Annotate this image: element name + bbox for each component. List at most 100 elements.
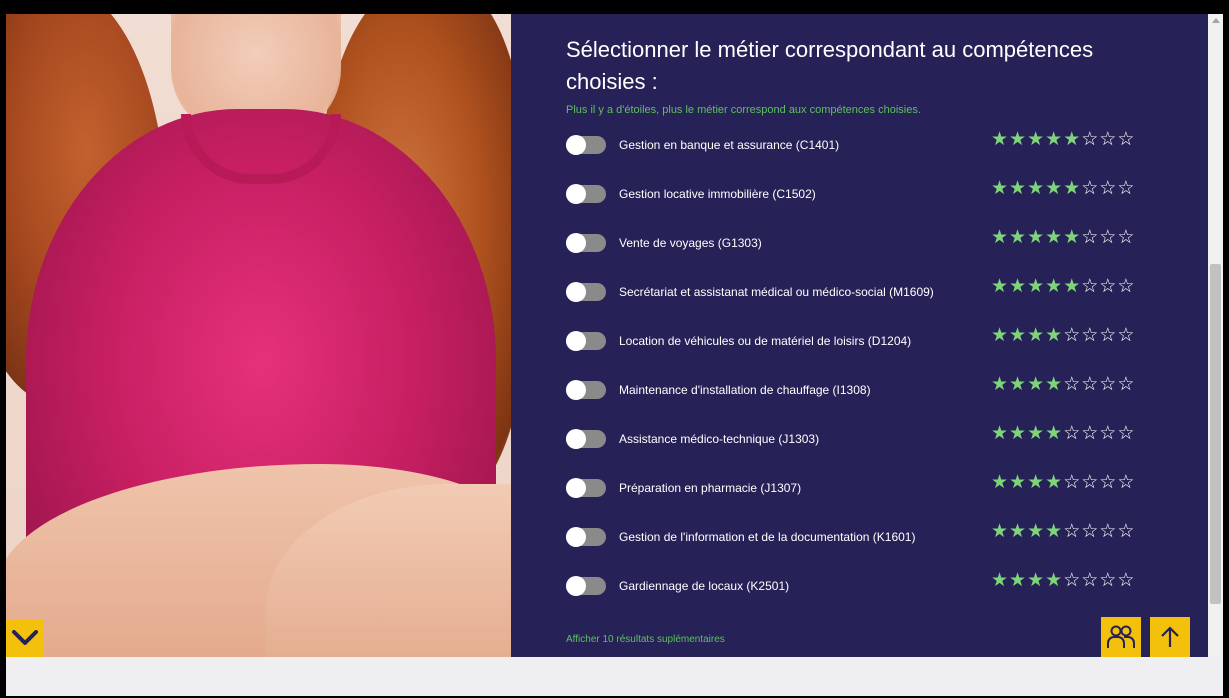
star-empty-icon: ☆ [1081, 570, 1100, 591]
star-filled-icon: ★ [1009, 129, 1028, 150]
job-toggle[interactable] [566, 478, 606, 498]
vertical-scrollbar[interactable] [1208, 14, 1223, 657]
star-filled-icon: ★ [1009, 374, 1028, 395]
job-selection-panel: Sélectionner le métier correspondant au … [511, 14, 1208, 657]
star-empty-icon: ☆ [1081, 276, 1100, 297]
star-empty-icon: ☆ [1081, 423, 1100, 444]
job-row: Assistance médico-technique (J1303) ★★★★… [566, 423, 1166, 473]
hero-photo [6, 14, 511, 657]
job-row: Préparation en pharmacie (J1307) ★★★★☆☆☆… [566, 472, 1166, 522]
star-filled-icon: ★ [1009, 178, 1028, 199]
star-filled-icon: ★ [991, 325, 1010, 346]
star-empty-icon: ☆ [1117, 472, 1136, 493]
people-icon [1107, 625, 1135, 648]
job-toggle[interactable] [566, 135, 606, 155]
scrollbar-thumb[interactable] [1210, 264, 1221, 604]
job-toggle[interactable] [566, 282, 606, 302]
star-empty-icon: ☆ [1099, 178, 1118, 199]
star-empty-icon: ☆ [1063, 325, 1082, 346]
job-label: Secrétariat et assistanat médical ou méd… [619, 285, 934, 299]
star-empty-icon: ☆ [1099, 570, 1118, 591]
star-empty-icon: ☆ [1117, 129, 1136, 150]
job-toggle[interactable] [566, 429, 606, 449]
star-filled-icon: ★ [1063, 178, 1082, 199]
job-label: Vente de voyages (G1303) [619, 236, 762, 250]
page-frame: Sélectionner le métier correspondant au … [6, 14, 1223, 696]
star-filled-icon: ★ [1045, 325, 1064, 346]
people-button[interactable] [1101, 617, 1141, 657]
job-toggle[interactable] [566, 233, 606, 253]
star-filled-icon: ★ [1063, 276, 1082, 297]
job-label: Gestion en banque et assurance (C1401) [619, 138, 840, 152]
toggle-knob [566, 576, 586, 596]
star-filled-icon: ★ [991, 472, 1010, 493]
star-rating: ★★★★★☆☆☆ [991, 129, 1151, 151]
toggle-knob [566, 233, 586, 253]
star-filled-icon: ★ [991, 521, 1010, 542]
star-empty-icon: ☆ [1063, 521, 1082, 542]
star-filled-icon: ★ [1009, 521, 1028, 542]
star-filled-icon: ★ [1045, 227, 1064, 248]
star-filled-icon: ★ [991, 129, 1010, 150]
star-filled-icon: ★ [1045, 521, 1064, 542]
job-label: Maintenance d'installation de chauffage … [619, 383, 871, 397]
star-filled-icon: ★ [1027, 423, 1046, 444]
job-row: Location de véhicules ou de matériel de … [566, 325, 1166, 375]
arrow-up-icon [1161, 626, 1179, 647]
job-label: Gestion de l'information et de la docume… [619, 530, 916, 544]
star-filled-icon: ★ [1063, 129, 1082, 150]
star-empty-icon: ☆ [1099, 325, 1118, 346]
star-rating: ★★★★☆☆☆☆ [991, 374, 1151, 396]
star-empty-icon: ☆ [1117, 423, 1136, 444]
job-toggle[interactable] [566, 184, 606, 204]
star-empty-icon: ☆ [1117, 276, 1136, 297]
scroll-down-button[interactable] [6, 619, 44, 657]
job-label: Gestion locative immobilière (C1502) [619, 187, 816, 201]
back-to-top-button[interactable] [1150, 617, 1190, 657]
star-empty-icon: ☆ [1081, 129, 1100, 150]
toggle-knob [566, 282, 586, 302]
star-filled-icon: ★ [1009, 325, 1028, 346]
chevron-down-icon [12, 630, 38, 645]
job-row: Maintenance d'installation de chauffage … [566, 374, 1166, 424]
job-row: Gestion en banque et assurance (C1401) ★… [566, 129, 1166, 179]
star-rating: ★★★★★☆☆☆ [991, 276, 1151, 298]
star-filled-icon: ★ [1009, 570, 1028, 591]
star-empty-icon: ☆ [1081, 178, 1100, 199]
job-toggle[interactable] [566, 527, 606, 547]
star-empty-icon: ☆ [1117, 374, 1136, 395]
job-toggle[interactable] [566, 380, 606, 400]
star-filled-icon: ★ [991, 178, 1010, 199]
toggle-knob [566, 429, 586, 449]
star-filled-icon: ★ [1009, 423, 1028, 444]
job-toggle[interactable] [566, 331, 606, 351]
star-filled-icon: ★ [1045, 374, 1064, 395]
star-filled-icon: ★ [1027, 374, 1046, 395]
star-rating: ★★★★☆☆☆☆ [991, 325, 1151, 347]
job-label: Préparation en pharmacie (J1307) [619, 481, 802, 495]
star-filled-icon: ★ [1045, 276, 1064, 297]
star-empty-icon: ☆ [1081, 325, 1100, 346]
star-empty-icon: ☆ [1117, 570, 1136, 591]
scroll-up-arrow-icon[interactable] [1212, 18, 1220, 23]
star-filled-icon: ★ [991, 227, 1010, 248]
star-filled-icon: ★ [991, 570, 1010, 591]
star-empty-icon: ☆ [1099, 129, 1118, 150]
star-filled-icon: ★ [1009, 227, 1028, 248]
star-filled-icon: ★ [1045, 178, 1064, 199]
show-more-results-link[interactable]: Afficher 10 résultats suplémentaires [566, 634, 725, 645]
star-empty-icon: ☆ [1081, 521, 1100, 542]
toggle-knob [566, 380, 586, 400]
star-filled-icon: ★ [1027, 472, 1046, 493]
job-row: Vente de voyages (G1303) ★★★★★☆☆☆ [566, 227, 1166, 277]
star-empty-icon: ☆ [1117, 178, 1136, 199]
job-toggle[interactable] [566, 576, 606, 596]
star-rating: ★★★★☆☆☆☆ [991, 521, 1151, 543]
star-filled-icon: ★ [1027, 129, 1046, 150]
star-empty-icon: ☆ [1099, 521, 1118, 542]
star-rating: ★★★★★☆☆☆ [991, 227, 1151, 249]
star-empty-icon: ☆ [1081, 227, 1100, 248]
star-empty-icon: ☆ [1117, 521, 1136, 542]
star-filled-icon: ★ [1027, 521, 1046, 542]
star-filled-icon: ★ [991, 276, 1010, 297]
